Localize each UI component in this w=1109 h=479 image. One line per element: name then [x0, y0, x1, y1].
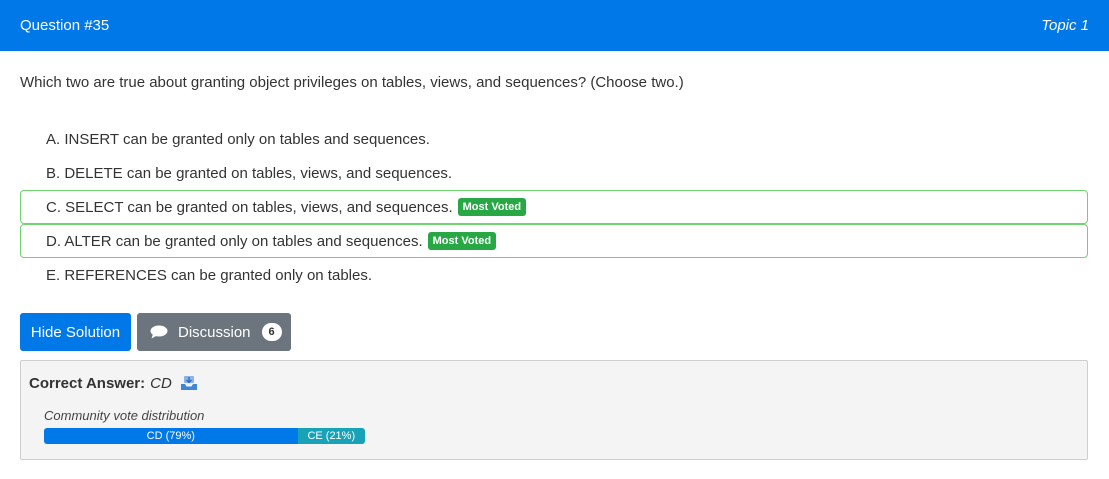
choice-e[interactable]: E. REFERENCES can be granted only on tab… — [20, 258, 1088, 292]
choice-text: A. INSERT can be granted only on tables … — [46, 130, 430, 148]
vote-segment: CD (79%) — [44, 428, 298, 444]
discussion-count-badge: 6 — [261, 323, 282, 341]
vote-distribution-label: Community vote distribution — [44, 408, 205, 423]
topic-label: Topic 1 — [1041, 17, 1089, 34]
vote-distribution-bar: CD (79%) CE (21%) — [44, 428, 365, 444]
most-voted-badge: Most Voted — [457, 198, 527, 216]
choice-text: E. REFERENCES can be granted only on tab… — [46, 266, 373, 284]
question-header: Question #35 Topic 1 — [0, 0, 1109, 51]
vote-segment: CE (21%) — [297, 428, 365, 444]
choice-b[interactable]: B. DELETE can be granted on tables, view… — [20, 156, 1088, 190]
choice-text: D. ALTER can be granted only on tables a… — [46, 232, 423, 250]
correct-answer-value: CD — [150, 374, 172, 392]
correct-answer-label: Correct Answer: — [29, 374, 146, 392]
speech-bubble-icon — [150, 325, 168, 339]
choices-list: A. INSERT can be granted only on tables … — [20, 122, 1088, 292]
correct-answer-line: Correct Answer: CD — [29, 374, 198, 392]
discussion-label: Discussion — [178, 323, 251, 341]
question-number: Question #35 — [20, 17, 110, 34]
most-voted-badge: Most Voted — [427, 232, 497, 250]
hide-solution-button[interactable]: Hide Solution — [20, 313, 131, 351]
question-text: Which two are true about granting object… — [20, 74, 684, 91]
answer-panel: Correct Answer: CD Community vote distri… — [20, 360, 1088, 460]
question-card: Question #35 Topic 1 Which two are true … — [0, 0, 1109, 479]
choice-a[interactable]: A. INSERT can be granted only on tables … — [20, 122, 1088, 156]
choice-text: B. DELETE can be granted on tables, view… — [46, 164, 453, 182]
choice-text: C. SELECT can be granted on tables, view… — [46, 198, 453, 216]
choice-c[interactable]: C. SELECT can be granted on tables, view… — [20, 190, 1088, 224]
discussion-button[interactable]: Discussion 6 — [137, 313, 291, 351]
inbox-tray-icon[interactable] — [180, 374, 198, 392]
choice-d[interactable]: D. ALTER can be granted only on tables a… — [20, 224, 1088, 258]
